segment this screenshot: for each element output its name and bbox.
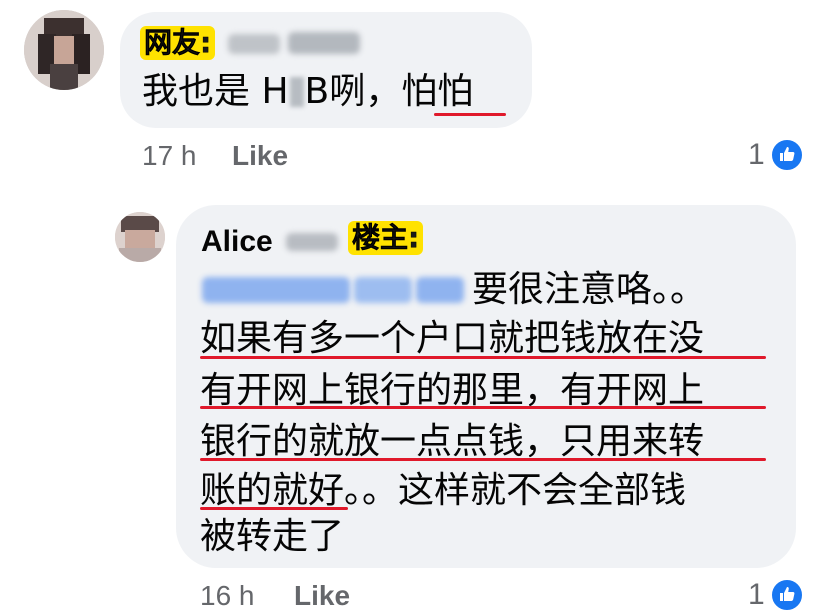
reply-text-line: 被转走了 <box>200 516 345 557</box>
commenter-tag: 网友: <box>140 26 216 60</box>
comment-time: 17 h <box>142 140 197 171</box>
author-name[interactable]: Alice <box>201 225 273 259</box>
reply-bubble: Alice 楼主: 要很注意咯。。 如果有多一个户口就把钱放在没 有开网上银行的… <box>176 205 796 568</box>
avatar[interactable] <box>115 212 165 262</box>
red-underline <box>200 507 348 510</box>
blurred-mention <box>354 277 412 303</box>
blurred-name <box>286 233 338 251</box>
like-button[interactable]: Like <box>294 580 350 612</box>
like-count: 1 <box>748 578 765 611</box>
red-underline <box>200 356 766 359</box>
avatar[interactable] <box>24 10 104 90</box>
thumbs-up-icon <box>770 578 804 612</box>
blurred-mention <box>416 277 464 303</box>
author-tag: 楼主: <box>348 221 424 255</box>
like-button[interactable]: Like <box>232 140 288 172</box>
blurred-name <box>288 32 360 54</box>
red-underline <box>200 406 766 409</box>
thumbs-up-icon <box>770 138 804 172</box>
blurred-name <box>228 34 280 54</box>
reply-text-line: 要很注意咯。。 <box>472 269 707 310</box>
red-underline <box>434 113 506 116</box>
comment-time: 16 h <box>200 580 255 611</box>
blurred-mention <box>202 277 350 303</box>
comment-bubble: 网友: 我也是 H B咧，怕怕 <box>120 12 532 128</box>
like-count: 1 <box>748 138 765 171</box>
red-underline <box>200 458 766 461</box>
comment-text: 我也是 H B咧，怕怕 <box>142 71 474 112</box>
